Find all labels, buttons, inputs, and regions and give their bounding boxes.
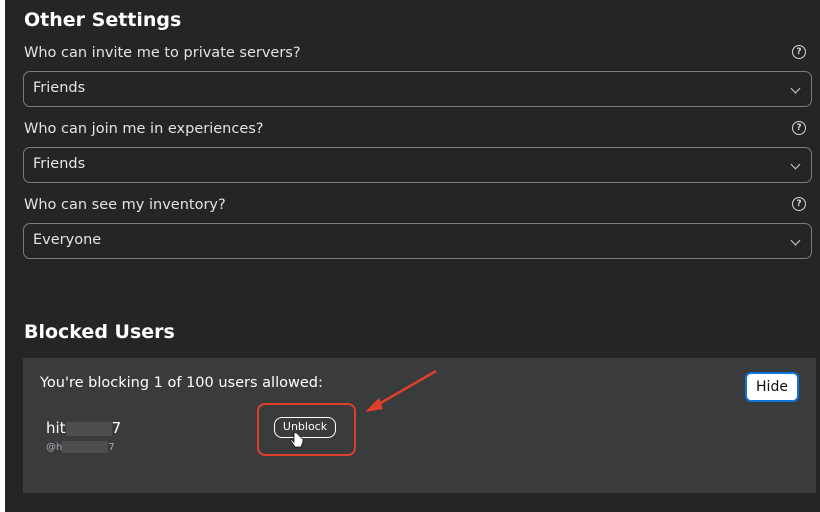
help-icon[interactable]: ? bbox=[792, 197, 806, 211]
unblock-button[interactable]: Unblock bbox=[274, 417, 336, 438]
user-handle-suffix: 7 bbox=[108, 442, 115, 453]
blocked-users-title: Blocked Users bbox=[24, 321, 175, 343]
help-icon[interactable]: ? bbox=[792, 45, 806, 59]
hand-cursor-icon bbox=[290, 431, 304, 454]
blocked-user-name: hit 7 bbox=[46, 419, 121, 437]
join-experiences-label: Who can join me in experiences? bbox=[24, 121, 264, 137]
select-value: Everyone bbox=[33, 232, 102, 248]
user-name-prefix: hit bbox=[46, 419, 66, 437]
select-value: Friends bbox=[33, 156, 86, 172]
private-servers-select[interactable]: Friends bbox=[23, 71, 812, 107]
user-name-suffix: 7 bbox=[111, 419, 122, 437]
join-experiences-select[interactable]: Friends bbox=[23, 147, 812, 183]
hide-button[interactable]: Hide bbox=[745, 372, 799, 402]
chevron-down-icon bbox=[790, 159, 801, 170]
select-value: Friends bbox=[33, 80, 86, 96]
user-handle-prefix: @h bbox=[46, 442, 63, 453]
blocked-users-box: You're blocking 1 of 100 users allowed: … bbox=[23, 358, 816, 493]
chevron-down-icon bbox=[790, 235, 801, 246]
settings-panel: Other Settings Who can invite me to priv… bbox=[5, 0, 820, 512]
blocking-count-text: You're blocking 1 of 100 users allowed: bbox=[40, 375, 323, 391]
redaction-block bbox=[62, 441, 109, 453]
help-icon[interactable]: ? bbox=[792, 121, 806, 135]
blocked-user-handle: @h 7 bbox=[46, 441, 115, 453]
private-servers-label: Who can invite me to private servers? bbox=[24, 45, 301, 61]
other-settings-title: Other Settings bbox=[24, 9, 182, 31]
inventory-visibility-select[interactable]: Everyone bbox=[23, 223, 812, 259]
chevron-down-icon bbox=[790, 83, 801, 94]
inventory-visibility-label: Who can see my inventory? bbox=[24, 197, 226, 213]
redaction-block bbox=[65, 421, 112, 436]
